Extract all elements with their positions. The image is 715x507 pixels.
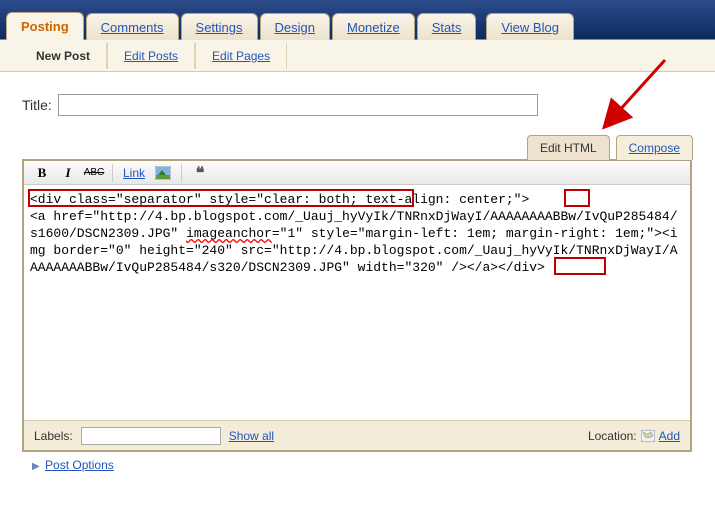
tab-monetize[interactable]: Monetize [332, 13, 415, 40]
italic-button[interactable]: I [56, 163, 80, 183]
link-button[interactable]: Link [119, 163, 149, 183]
subtab-edit-posts[interactable]: Edit Posts [107, 43, 195, 69]
tab-design[interactable]: Design [260, 13, 330, 40]
tab-settings[interactable]: Settings [181, 13, 258, 40]
labels-bar: Labels: Show all Location: Add [24, 420, 690, 450]
tab-stats[interactable]: Stats [417, 13, 477, 40]
blockquote-button[interactable]: ❝ [188, 163, 212, 183]
editor-toolbar: B I ABC Link ❝ [24, 161, 690, 185]
show-all-link[interactable]: Show all [229, 429, 274, 443]
location-label: Location: [588, 429, 637, 443]
bold-button[interactable]: B [30, 163, 54, 183]
subtab-edit-pages[interactable]: Edit Pages [195, 43, 287, 69]
labels-input[interactable] [81, 427, 221, 445]
post-options-link[interactable]: Post Options [45, 458, 114, 472]
title-label: Title: [22, 97, 52, 113]
tab-view-blog[interactable]: View Blog [486, 13, 574, 40]
compose-button[interactable]: Compose [616, 135, 693, 160]
image-icon [155, 166, 171, 180]
separator [181, 164, 182, 182]
add-location-link[interactable]: Add [659, 429, 680, 443]
subtab-new-post[interactable]: New Post [20, 43, 107, 69]
labels-label: Labels: [34, 429, 73, 443]
tab-comments[interactable]: Comments [86, 13, 179, 40]
strikethrough-button[interactable]: ABC [82, 163, 106, 183]
editor: B I ABC Link ❝ <div class="separator" st [22, 159, 692, 452]
main-tabs: Posting Comments Settings Design Monetiz… [0, 0, 715, 40]
image-button[interactable] [151, 163, 175, 183]
title-input[interactable] [58, 94, 538, 116]
separator [112, 164, 113, 182]
sub-tabs: New Post Edit Posts Edit Pages [0, 40, 715, 72]
html-editor-textarea[interactable]: <div class="separator" style="clear: bot… [24, 185, 690, 420]
expand-icon: ▶ [32, 461, 40, 472]
tab-posting[interactable]: Posting [6, 12, 84, 40]
edit-html-button[interactable]: Edit HTML [527, 135, 610, 160]
map-icon [641, 430, 655, 442]
